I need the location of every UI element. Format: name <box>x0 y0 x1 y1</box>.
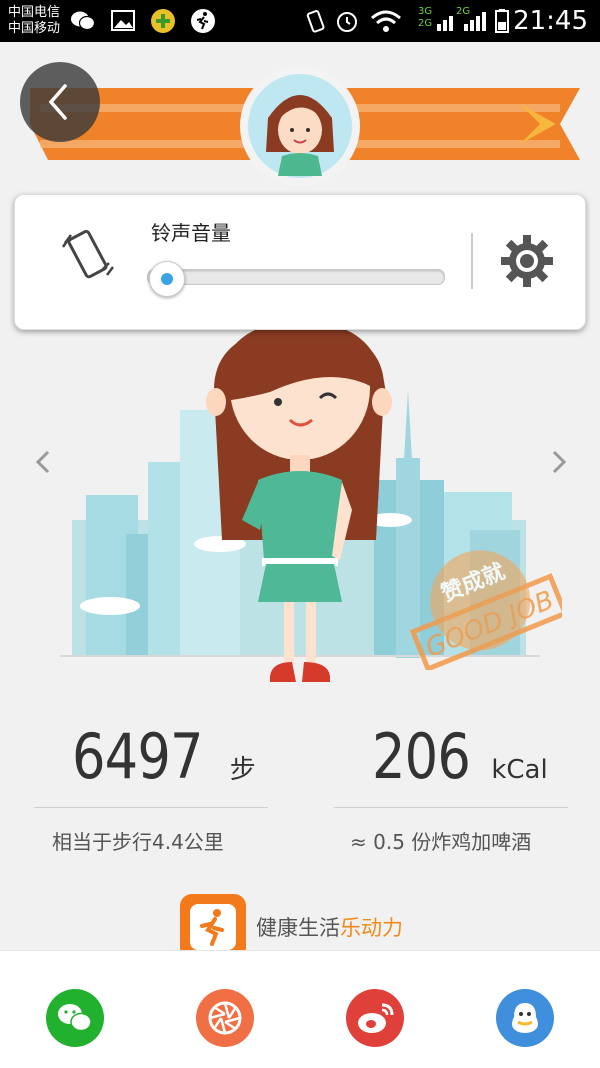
wechat-icon <box>58 1004 92 1032</box>
battery-icon <box>495 9 509 33</box>
good-job-stamp: GOOD JOB 赞成就 <box>409 550 562 670</box>
back-button[interactable] <box>20 62 100 142</box>
steps-stat: 6497 步 <box>72 720 256 800</box>
chevron-left-icon <box>48 84 67 120</box>
network-type-labels: 3G 2G <box>418 6 432 30</box>
share-qq-button[interactable] <box>496 989 554 1047</box>
wifi-status-icon <box>371 10 401 32</box>
wechat-notification-icon <box>71 11 96 31</box>
app-name: 健康生活乐动力 <box>256 912 403 942</box>
kcal-value: 206 <box>372 720 471 793</box>
share-wechat-button[interactable] <box>46 989 104 1047</box>
steps-unit: 步 <box>229 755 256 785</box>
vibrate-icon[interactable] <box>59 227 115 287</box>
share-bar <box>0 950 600 1068</box>
alarm-status-icon <box>337 12 357 32</box>
vibrate-status-icon <box>306 10 325 33</box>
volume-slider-thumb[interactable] <box>149 261 185 297</box>
carrier-2: 中国移动 <box>8 21 61 36</box>
kcal-stat: 206 kCal <box>372 720 548 800</box>
app-notification-icon <box>151 9 175 33</box>
carrier-labels: 中国电信 中国移动 <box>8 5 60 37</box>
previous-arrow[interactable] <box>32 448 56 476</box>
app-name-plain: 健康生活 <box>256 916 340 940</box>
kcal-divider <box>334 807 568 808</box>
chevron-left-icon <box>35 450 50 474</box>
share-moments-button[interactable] <box>196 989 254 1047</box>
steps-description: 相当于步行4.4公里 <box>52 830 224 854</box>
share-weibo-button[interactable] <box>346 989 404 1047</box>
volume-panel: 铃声音量 <box>14 194 586 330</box>
next-arrow[interactable] <box>546 448 570 476</box>
panel-divider <box>471 233 473 289</box>
status-clock: 21:45 <box>513 6 588 36</box>
gear-icon[interactable] <box>499 233 555 289</box>
chevron-right-icon <box>552 450 567 474</box>
qq-icon <box>512 1003 538 1033</box>
image-notification-icon <box>111 10 135 31</box>
running-notification-icon <box>191 9 215 33</box>
kcal-unit: kCal <box>491 755 548 785</box>
app-name-highlight: 乐动力 <box>340 916 403 940</box>
kcal-description: ≈ 0.5 份炸鸡加啤酒 <box>350 830 532 854</box>
carrier-1: 中国电信 <box>8 5 61 20</box>
network-2: 2G <box>418 18 433 29</box>
status-bar: 中国电信 中国移动 3G 2G 2G 21:45 <box>0 0 600 42</box>
volume-slider-track[interactable] <box>147 269 445 285</box>
steps-divider <box>34 807 268 808</box>
steps-value: 6497 <box>72 720 204 793</box>
network-1: 3G <box>418 6 433 17</box>
signal-2-icon <box>464 12 486 31</box>
moments-icon <box>208 1001 242 1035</box>
weibo-icon <box>358 1003 394 1033</box>
volume-title: 铃声音量 <box>151 221 231 245</box>
